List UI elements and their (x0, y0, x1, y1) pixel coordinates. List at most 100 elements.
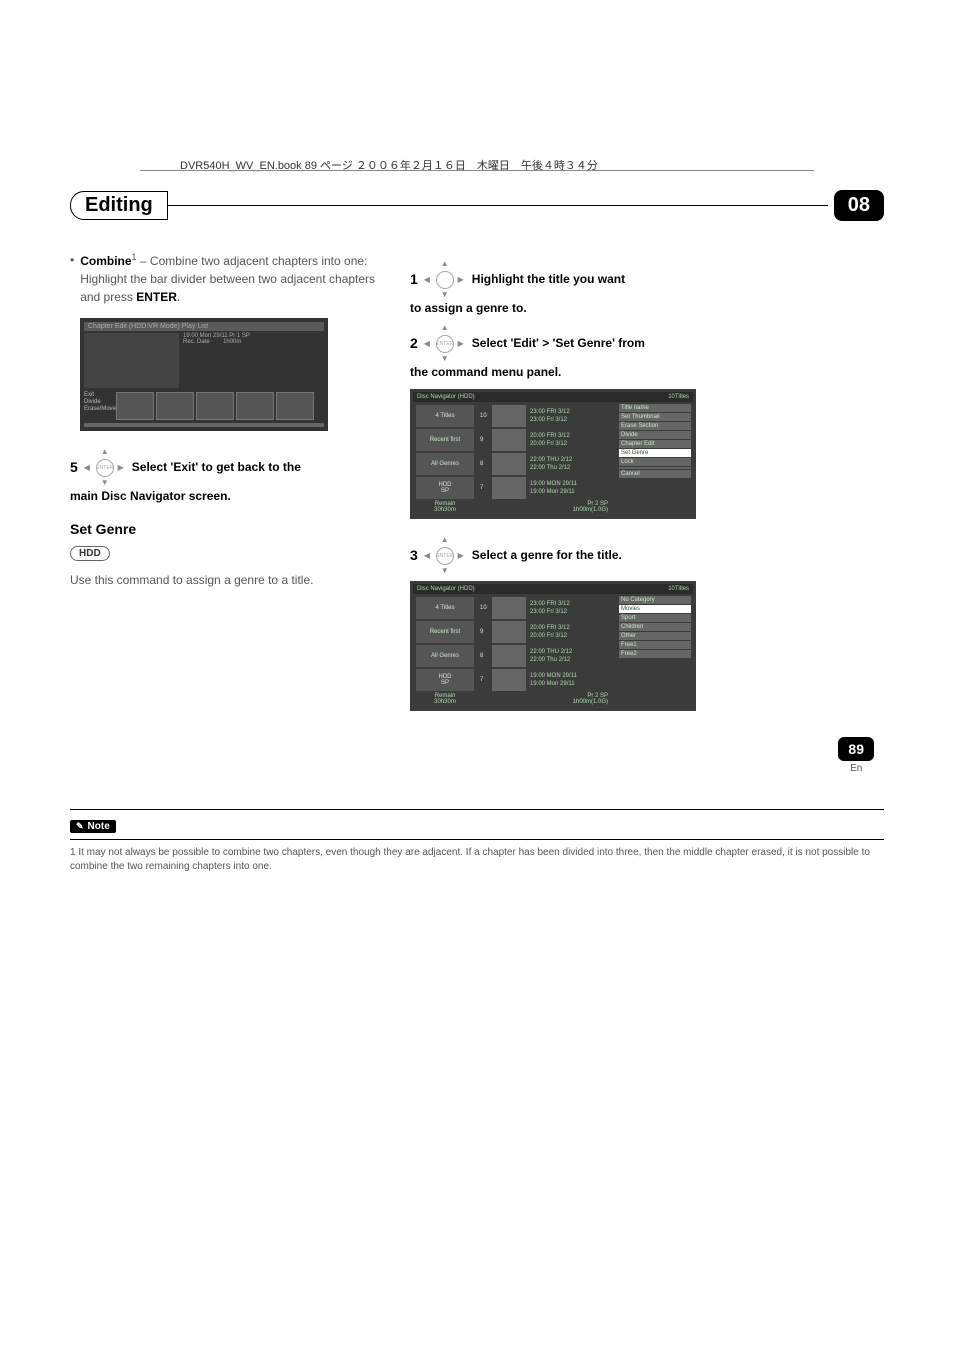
nav2-r1-l1: 20:00 FRI 3/12 (530, 624, 570, 632)
footnote: 1 It may not always be possible to combi… (70, 846, 884, 874)
nav2-menu-0: No Category (619, 596, 691, 604)
step-5-cont: main Disc Navigator screen. (70, 489, 380, 503)
nav2-r2-l2: 22:00 Thu 2/12 (530, 656, 572, 664)
ss-preview-thumb (84, 333, 179, 388)
step-1: 1 ▲▼ ◀▶ Highlight the title you want (410, 261, 720, 297)
nav1-count: 10Titles (668, 394, 689, 400)
note-section: Note 1 It may not always be possible to … (70, 809, 884, 874)
note-badge: Note (70, 820, 116, 833)
nav1-r0-l2: 23:00 Fri 3/12 (530, 416, 570, 424)
bullet-dot: • (70, 251, 74, 306)
nav1-menu-7 (619, 467, 691, 469)
nav1-r1-l1: 20:00 FRI 3/12 (530, 432, 570, 440)
ss-button-col: Exit Divide Erase/Move (84, 392, 116, 420)
ss-btn-divide: Divide (84, 399, 116, 405)
combine-bullet: • Combine1 – Combine two adjacent chapte… (70, 251, 380, 306)
nav1-r0-num: 10 (480, 413, 492, 419)
nav1-menu-4: Chapter Edit (619, 440, 691, 448)
header-divider (168, 205, 828, 206)
set-genre-heading: Set Genre (70, 521, 380, 537)
nav1-left-2: All Genres (416, 453, 474, 475)
nav2-left-4: Remain 30h30m (416, 693, 474, 705)
nav1-title: Disc Navigator (HDD) (417, 394, 475, 400)
ss-btn-exit: Exit (84, 392, 116, 398)
page-number-block: 89 En (838, 737, 874, 774)
nav2-r0-l1: 23:00 FRI 3/12 (530, 600, 570, 608)
nav2-menu-1: Movies (619, 605, 691, 613)
header-rule (140, 170, 814, 171)
step-3: 3 ▲▼ ◀▶ ENTER Select a genre for the tit… (410, 537, 720, 573)
disc-navigator-screenshot-2: Disc Navigator (HDD) 10Titles 4 Titles R… (410, 581, 696, 711)
combine-period: . (177, 290, 180, 304)
nav2-rows: 1023:00 FRI 3/1223:00 Fri 3/12 920:00 FR… (477, 594, 617, 708)
nav1-menu-1: Set Thumbnail (619, 413, 691, 421)
nav2-menu-3: Children (619, 623, 691, 631)
enter-icon: ENTER (96, 459, 114, 477)
nav2-menu-6: Free2 (619, 650, 691, 658)
nav2-r1-l2: 20:00 Fri 3/12 (530, 632, 570, 640)
nav2-left-3: HDD SP (416, 669, 474, 691)
step-2-cont: the command menu panel. (410, 365, 720, 379)
nav2-left-1: Recent first (416, 621, 474, 643)
nav2-menu: No Category Movies Sport Children Other … (619, 596, 691, 706)
enter-label: ENTER (136, 290, 177, 304)
nav2-r3-l1: 19:00 MON 29/11 (530, 672, 577, 680)
nav1-left-4: Remain 30h30m (416, 501, 474, 513)
step-5: 5 ▲▼ ◀▶ ENTER Select 'Exit' to get back … (70, 449, 380, 485)
nav1-r3-l2: 19:00 Mon 29/11 (530, 488, 577, 496)
nav1-menu-8: Cancel (619, 470, 691, 478)
ss-btn-erase: Erase/Move (84, 406, 116, 412)
nav1-left-3: HDD SP (416, 477, 474, 499)
nav1-r2-num: 8 (480, 461, 492, 467)
nav1-left-1: Recent first (416, 429, 474, 451)
nav2-left-2: All Genres (416, 645, 474, 667)
page-lang: En (838, 763, 874, 774)
nav1-menu-6: Lock (619, 458, 691, 466)
dpad-icon: ▲▼ ◀▶ ENTER (426, 325, 462, 361)
step-2-number: 2 (410, 335, 418, 351)
nav1-r1-num: 9 (480, 437, 492, 443)
step-5-text: Select 'Exit' to get back to the (132, 460, 301, 474)
enter-icon: ENTER (436, 335, 454, 353)
step-2: 2 ▲▼ ◀▶ ENTER Select 'Edit' > 'Set Genre… (410, 325, 720, 361)
enter-icon: ENTER (436, 547, 454, 565)
nav1-rows: 10 23:00 FRI 3/1223:00 Fri 3/12 9 20:00 FR… (477, 402, 617, 516)
nav2-count: 10Titles (668, 586, 689, 592)
nav2-r0-l2: 23:00 Fri 3/12 (530, 608, 570, 616)
page-number: 89 (838, 737, 874, 761)
step-3-text: Select a genre for the title. (472, 548, 622, 562)
nav2-menu-4: Other (619, 632, 691, 640)
nav2-left-panel: 4 Titles Recent first All Genres HDD SP … (413, 594, 477, 708)
nav2-title: Disc Navigator (HDD) (417, 586, 475, 592)
nav1-menu-2: Erase Section (619, 422, 691, 430)
nav1-menu-3: Divide (619, 431, 691, 439)
ss-thumb-strip (116, 392, 314, 420)
note-divider (70, 839, 884, 840)
combine-title: Combine (80, 254, 131, 268)
nav2-r1-num: 9 (480, 629, 492, 635)
nav1-r2-l2: 22:00 Thu 2/12 (530, 464, 572, 472)
section-header: Editing 08 (70, 190, 884, 221)
disc-navigator-screenshot-1: Disc Navigator (HDD) 10Titles 4 Titles R… (410, 389, 696, 519)
nav2-menu-5: Free1 (619, 641, 691, 649)
step-1-text: Highlight the title you want (472, 272, 625, 286)
ss-info-dur: 1h00m (223, 339, 241, 345)
dpad-icon: ▲▼ ◀▶ (426, 261, 462, 297)
section-number-badge: 08 (834, 190, 884, 221)
nav2-menu-2: Sport (619, 614, 691, 622)
footnote-text: It may not always be possible to combine… (70, 847, 870, 872)
step-1-number: 1 (410, 271, 418, 287)
nav2-left-0: 4 Titles (416, 597, 474, 619)
ss-title: Chapter Edit (HDD:VR Mode) Play List (88, 323, 208, 330)
nav1-left-panel: 4 Titles Recent first All Genres HDD SP … (413, 402, 477, 516)
nav2-extra2: 1h00m(1.0G) (573, 699, 608, 705)
dpad-icon: ▲▼ ◀▶ ENTER (426, 537, 462, 573)
right-column: 1 ▲▼ ◀▶ Highlight the title you want to … (410, 251, 720, 729)
nav1-r1-l2: 20:00 Fri 3/12 (530, 440, 570, 448)
nav2-r2-num: 8 (480, 653, 492, 659)
nav1-r0-l1: 23:00 FRI 3/12 (530, 408, 570, 416)
ss-info-rec: Rec. Date (183, 339, 210, 345)
step-5-number: 5 (70, 459, 78, 475)
left-column: • Combine1 – Combine two adjacent chapte… (70, 251, 380, 729)
nav1-left-0: 4 Titles (416, 405, 474, 427)
